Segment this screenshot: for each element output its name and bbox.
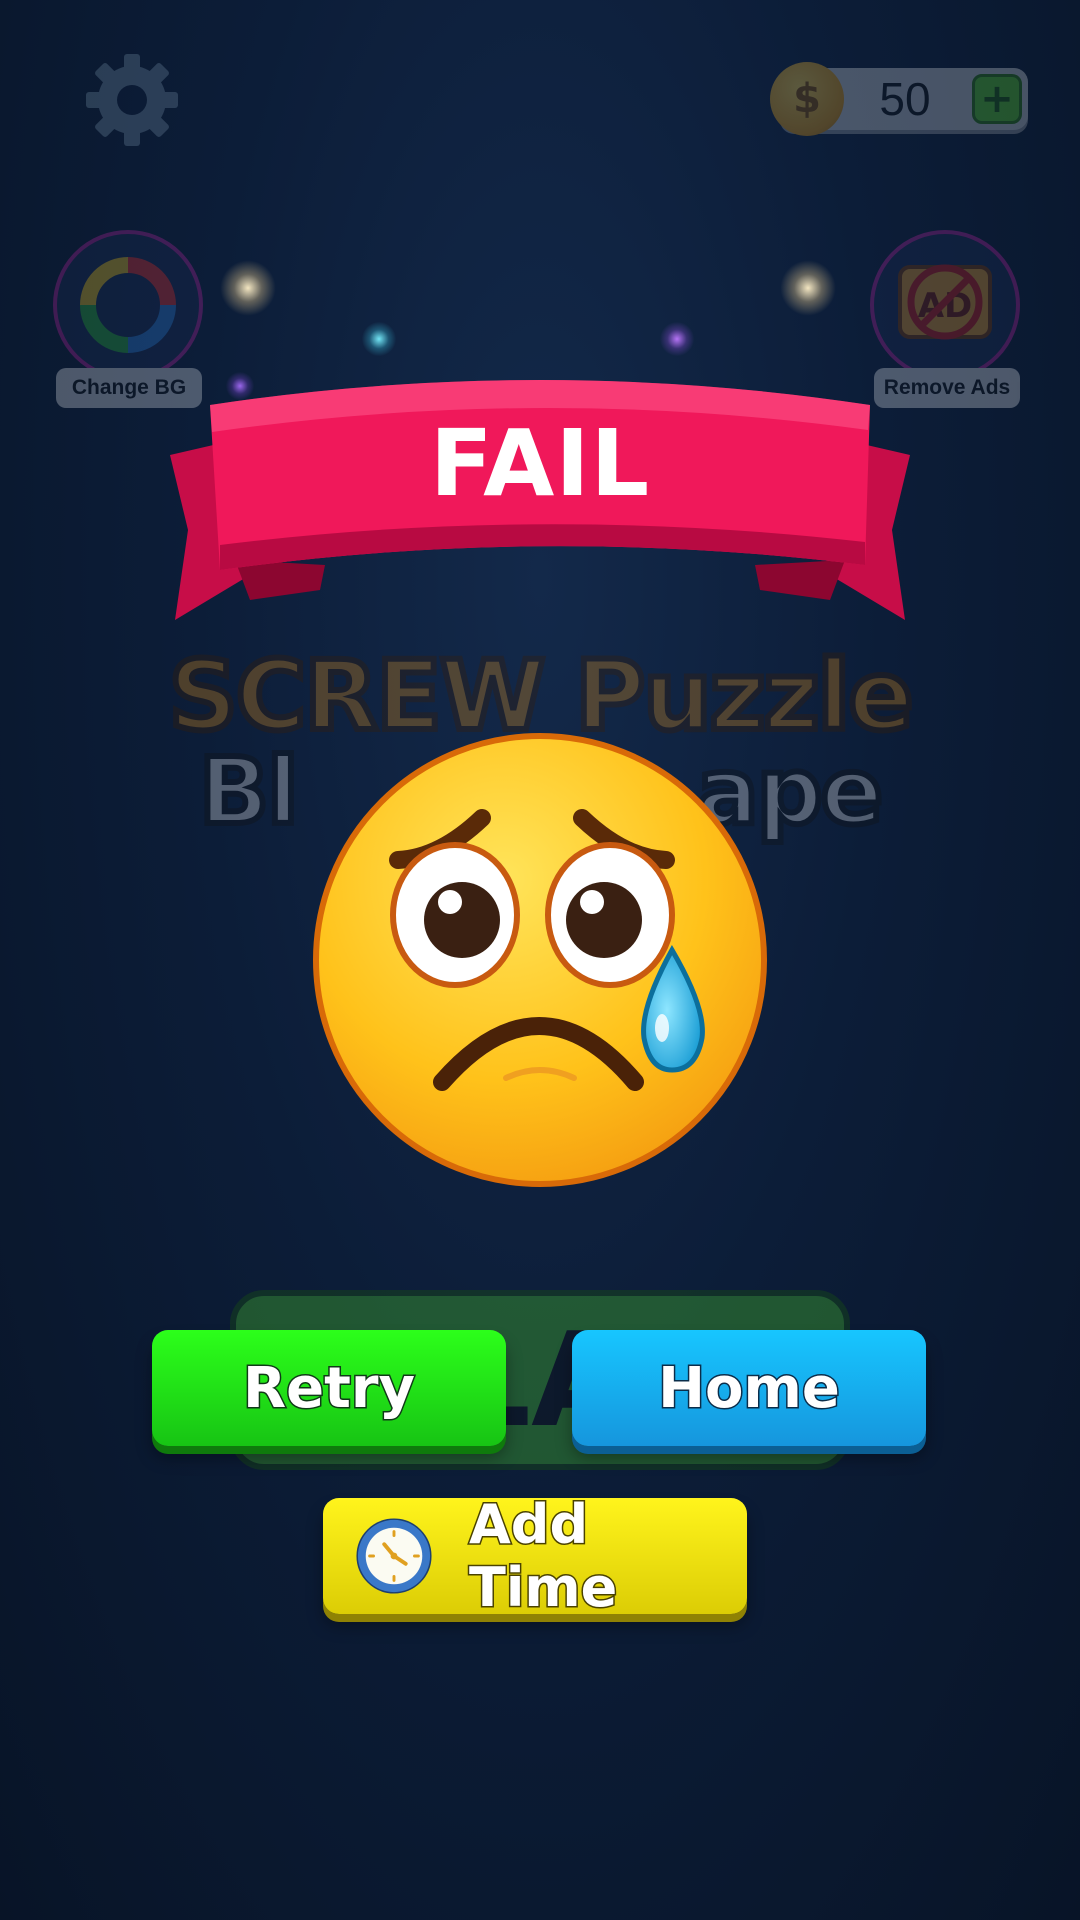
remove-ads-button[interactable]: AD <box>870 230 1020 380</box>
sparkle <box>362 322 396 356</box>
sparkle <box>660 322 694 356</box>
add-time-button[interactable]: Add Time <box>323 1492 747 1621</box>
settings-gear-icon[interactable] <box>82 50 182 150</box>
coin-icon: $ <box>770 62 844 136</box>
home-label: Home <box>657 1354 842 1422</box>
sparkle <box>220 260 276 316</box>
crying-face-icon <box>313 733 767 1187</box>
no-ads-icon: AD <box>898 264 992 340</box>
clock-icon <box>356 1518 432 1594</box>
add-time-label: Add Time <box>468 1492 619 1621</box>
sparkle <box>780 260 836 316</box>
retry-label: Retry <box>242 1354 417 1422</box>
change-bg-button[interactable] <box>53 230 203 380</box>
home-button[interactable]: Home <box>572 1330 926 1446</box>
refresh-arrows-icon <box>80 257 176 353</box>
add-coins-button[interactable]: + <box>972 74 1022 124</box>
coin-count: 50 <box>879 73 931 125</box>
retry-button[interactable]: Retry <box>152 1330 506 1446</box>
fail-title: FAIL <box>429 410 651 517</box>
